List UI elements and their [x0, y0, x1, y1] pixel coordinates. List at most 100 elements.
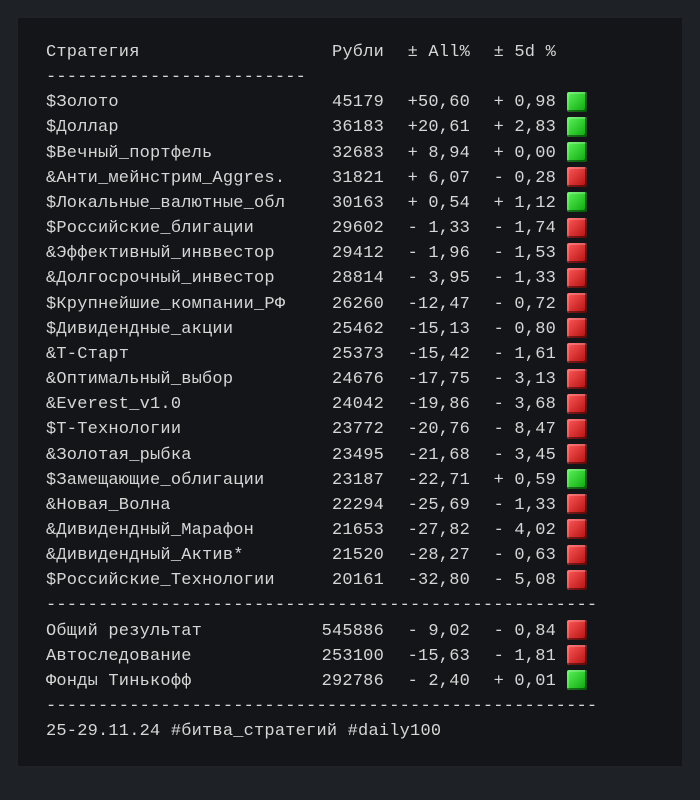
cell-5d-pct: - 5,08 — [470, 568, 556, 593]
table-row: &Анти_мейнстрим_Aggres.31821 + 6,07 - 0,… — [46, 166, 668, 191]
table-row: $Дивидендные_акции25462 -15,13 - 0,80 — [46, 317, 668, 342]
cell-rub: 23772 — [306, 417, 384, 442]
cell-strategy: $Российские_блигации — [46, 216, 306, 241]
status-down-icon — [567, 293, 587, 313]
divider: ----------------------------------------… — [46, 694, 626, 719]
cell-strategy: &Долгосрочный_инвестор — [46, 266, 306, 291]
cell-5d-pct: - 0,80 — [470, 317, 556, 342]
cell-5d-pct: - 0,28 — [470, 166, 556, 191]
status-down-icon — [567, 167, 587, 187]
cell-strategy: &Новая_Волна — [46, 493, 306, 518]
cell-rub: 29412 — [306, 241, 384, 266]
cell-strategy: &Т-Старт — [46, 342, 306, 367]
table-header: Стратегия Рубли ± All% ± 5d % — [46, 40, 668, 65]
cell-rub: 545886 — [306, 619, 384, 644]
table-row: $Крупнейшие_компании_РФ26260 -12,47 - 0,… — [46, 292, 668, 317]
table-row: $Доллар36183 +20,61 + 2,83 — [46, 115, 668, 140]
cell-5d-pct: - 8,47 — [470, 417, 556, 442]
cell-all-pct: - 1,96 — [384, 241, 470, 266]
cell-5d-pct: - 3,45 — [470, 443, 556, 468]
status-down-icon — [567, 645, 587, 665]
cell-all-pct: -21,68 — [384, 443, 470, 468]
cell-5d-pct: - 1,81 — [470, 644, 556, 669]
cell-all-pct: -27,82 — [384, 518, 470, 543]
cell-rub: 24676 — [306, 367, 384, 392]
cell-5d-pct: - 3,13 — [470, 367, 556, 392]
cell-strategy: $Вечный_портфель — [46, 141, 306, 166]
cell-strategy: $Локальные_валютные_обл — [46, 191, 306, 216]
cell-all-pct: - 9,02 — [384, 619, 470, 644]
status-up-icon — [567, 117, 587, 137]
cell-5d-pct: - 4,02 — [470, 518, 556, 543]
cell-all-pct: - 1,33 — [384, 216, 470, 241]
cell-rub: 20161 — [306, 568, 384, 593]
divider: ------------------------- — [46, 65, 626, 90]
cell-all-pct: + 8,94 — [384, 141, 470, 166]
cell-all-pct: - 2,40 — [384, 669, 470, 694]
cell-all-pct: -12,47 — [384, 292, 470, 317]
cell-5d-pct: + 0,59 — [470, 468, 556, 493]
footer-text: 25-29.11.24 #битва_стратегий #daily100 — [46, 719, 441, 744]
cell-rub: 23495 — [306, 443, 384, 468]
table-body: $Золото45179 +50,60 + 0,98$Доллар36183 +… — [46, 90, 668, 593]
cell-all-pct: -22,71 — [384, 468, 470, 493]
status-down-icon — [567, 369, 587, 389]
cell-rub: 25462 — [306, 317, 384, 342]
col-strategy: Стратегия — [46, 40, 306, 65]
cell-all-pct: -25,69 — [384, 493, 470, 518]
cell-all-pct: +50,60 — [384, 90, 470, 115]
status-down-icon — [567, 545, 587, 565]
cell-5d-pct: + 1,12 — [470, 191, 556, 216]
table-row: &Долгосрочный_инвестор28814 - 3,95 - 1,3… — [46, 266, 668, 291]
cell-5d-pct: - 3,68 — [470, 392, 556, 417]
cell-all-pct: + 0,54 — [384, 191, 470, 216]
cell-rub: 30163 — [306, 191, 384, 216]
cell-strategy: &Дивидендный_Актив* — [46, 543, 306, 568]
cell-strategy: Автоследование — [46, 644, 306, 669]
cell-rub: 25373 — [306, 342, 384, 367]
status-down-icon — [567, 419, 587, 439]
table-row: &Новая_Волна22294 -25,69 - 1,33 — [46, 493, 668, 518]
cell-strategy: $Т-Технологии — [46, 417, 306, 442]
cell-strategy: $Российские_Технологии — [46, 568, 306, 593]
table-row: &Т-Старт25373 -15,42 - 1,61 — [46, 342, 668, 367]
cell-5d-pct: - 1,53 — [470, 241, 556, 266]
cell-rub: 45179 — [306, 90, 384, 115]
cell-strategy: $Замещающие_облигации — [46, 468, 306, 493]
strategy-table-panel: Стратегия Рубли ± All% ± 5d % ----------… — [18, 18, 682, 766]
cell-5d-pct: - 1,61 — [470, 342, 556, 367]
cell-5d-pct: - 0,84 — [470, 619, 556, 644]
table-row: &Оптимальный_выбор24676 -17,75 - 3,13 — [46, 367, 668, 392]
cell-rub: 292786 — [306, 669, 384, 694]
table-summary: Общий результат545886 - 9,02 - 0,84Автос… — [46, 619, 668, 694]
status-down-icon — [567, 519, 587, 539]
table-row: &Дивидендный_Марафон21653 -27,82 - 4,02 — [46, 518, 668, 543]
cell-all-pct: -17,75 — [384, 367, 470, 392]
table-row: &Золотая_рыбка23495 -21,68 - 3,45 — [46, 443, 668, 468]
status-down-icon — [567, 318, 587, 338]
table-row: $Золото45179 +50,60 + 0,98 — [46, 90, 668, 115]
cell-strategy: $Доллар — [46, 115, 306, 140]
cell-rub: 21653 — [306, 518, 384, 543]
table-row: $Замещающие_облигации23187 -22,71 + 0,59 — [46, 468, 668, 493]
table-row: &Эффективный_инввестор29412 - 1,96 - 1,5… — [46, 241, 668, 266]
cell-all-pct: -28,27 — [384, 543, 470, 568]
cell-rub: 36183 — [306, 115, 384, 140]
status-down-icon — [567, 494, 587, 514]
cell-rub: 23187 — [306, 468, 384, 493]
cell-5d-pct: + 0,98 — [470, 90, 556, 115]
cell-all-pct: -19,86 — [384, 392, 470, 417]
status-down-icon — [567, 243, 587, 263]
table-row: $Российские_Технологии20161 -32,80 - 5,0… — [46, 568, 668, 593]
cell-strategy: Фонды Тинькофф — [46, 669, 306, 694]
table-row: Фонды Тинькофф292786 - 2,40 + 0,01 — [46, 669, 668, 694]
cell-rub: 22294 — [306, 493, 384, 518]
cell-all-pct: -15,42 — [384, 342, 470, 367]
cell-strategy: $Крупнейшие_компании_РФ — [46, 292, 306, 317]
cell-strategy: &Дивидендный_Марафон — [46, 518, 306, 543]
status-down-icon — [567, 570, 587, 590]
cell-rub: 31821 — [306, 166, 384, 191]
cell-rub: 29602 — [306, 216, 384, 241]
status-down-icon — [567, 620, 587, 640]
status-down-icon — [567, 444, 587, 464]
